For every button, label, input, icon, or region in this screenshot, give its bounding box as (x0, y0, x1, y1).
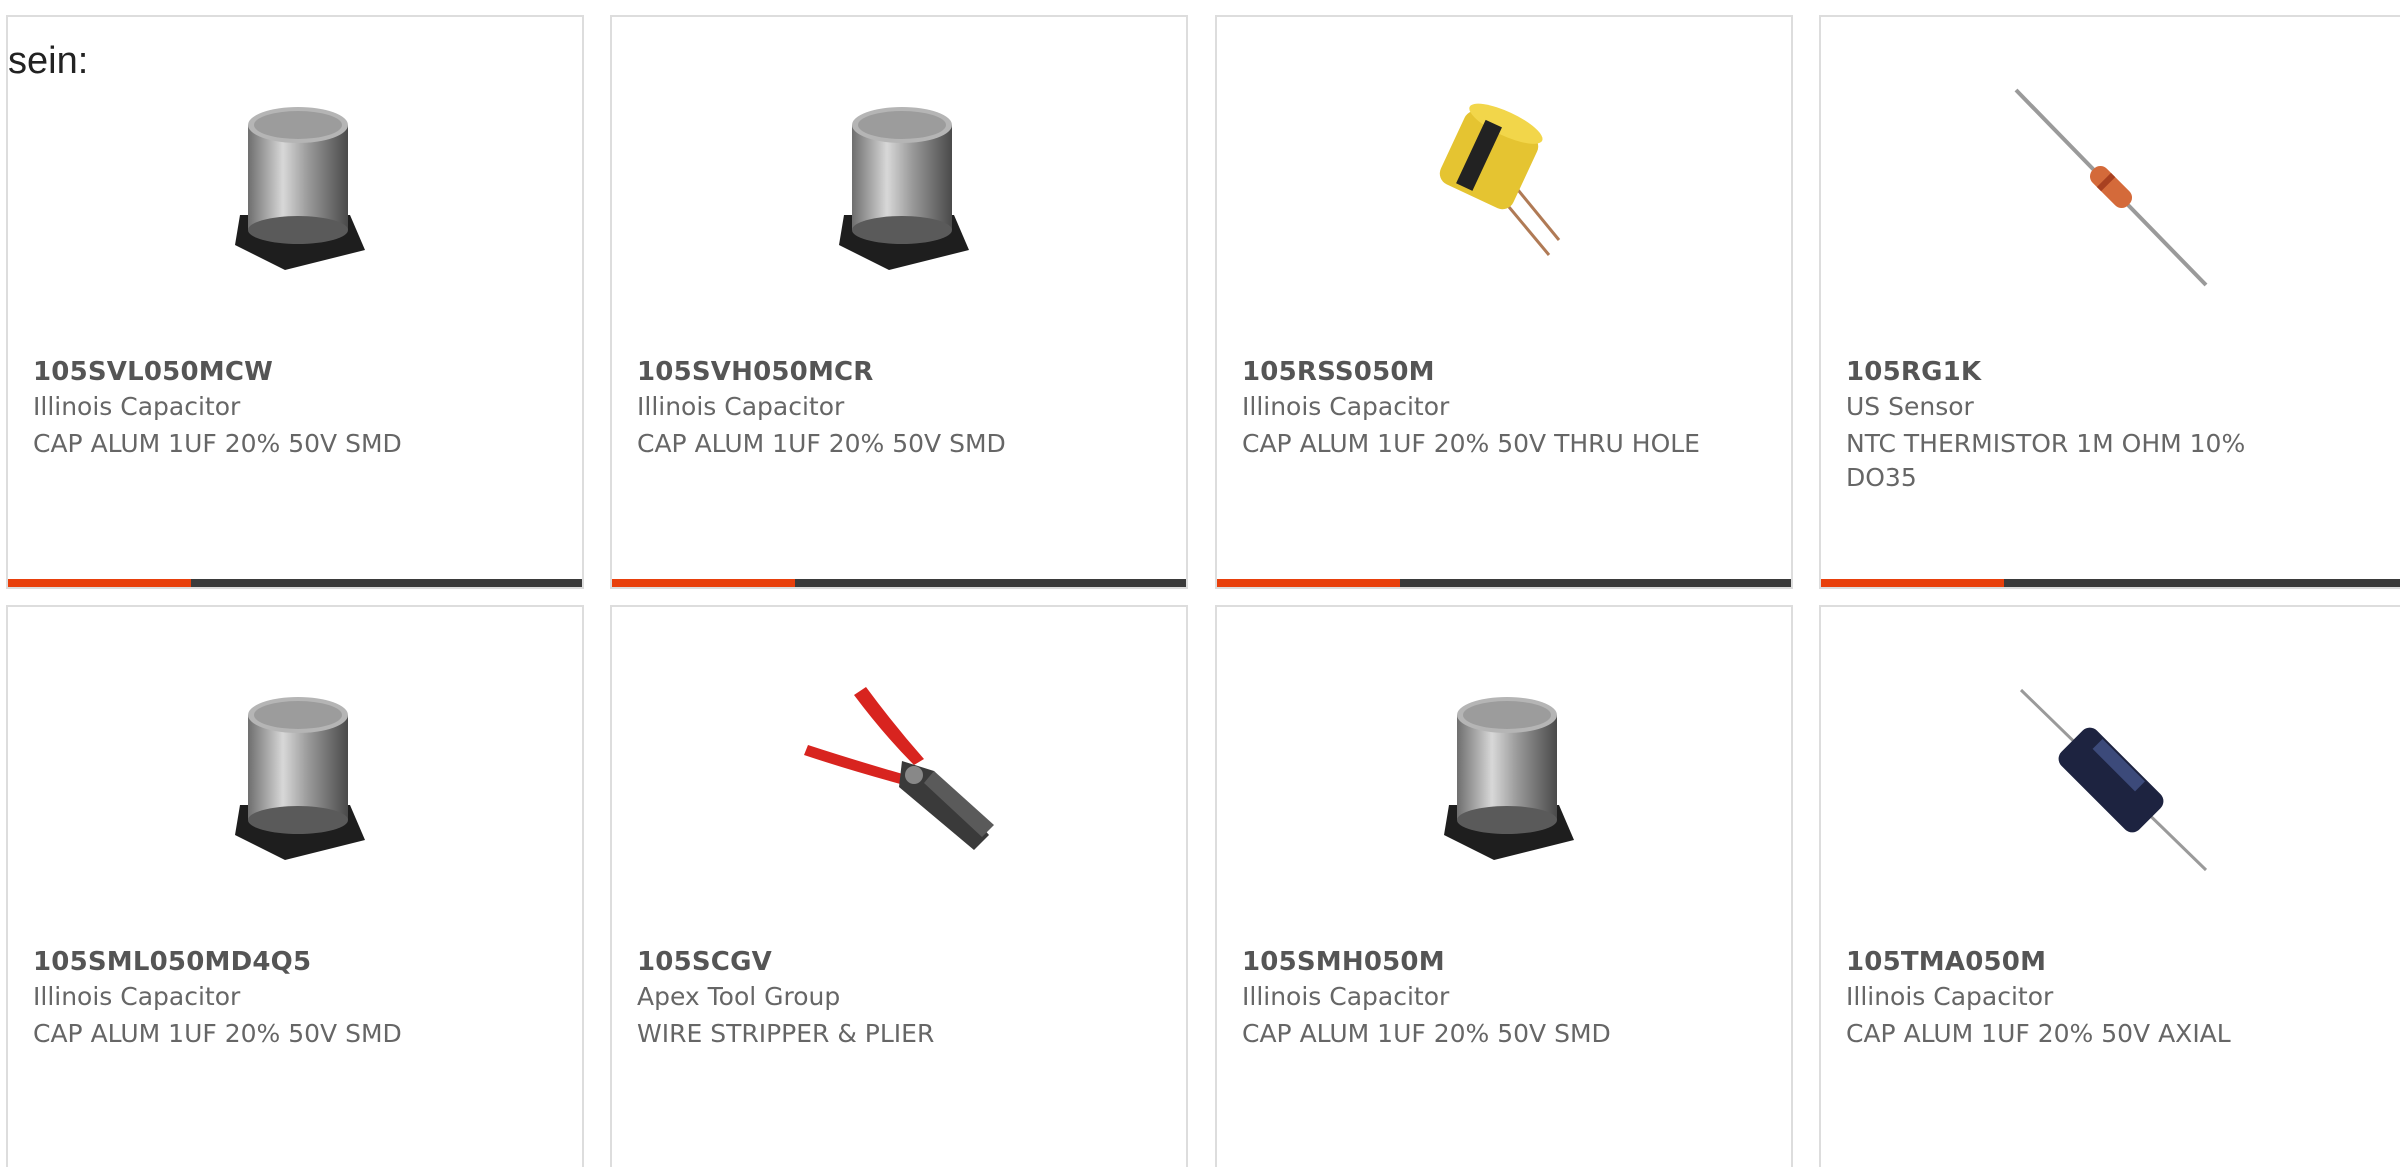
axial-capacitor-image[interactable] (2006, 675, 2216, 885)
card-bar-accent (612, 579, 795, 587)
part-number[interactable]: 105SMH050M (1242, 947, 1445, 977)
card-bar-accent (1821, 579, 2004, 587)
manufacturer: Illinois Capacitor (33, 982, 241, 1011)
part-number[interactable]: 105RG1K (1846, 357, 1981, 387)
product-card[interactable]: 105TMA050M Illinois Capacitor CAP ALUM 1… (1819, 605, 2400, 1167)
product-card[interactable]: 105SVH050MCR Illinois Capacitor CAP ALUM… (610, 15, 1188, 589)
smd-capacitor-image[interactable] (794, 85, 1004, 295)
product-card[interactable]: 105SVL050MCW Illinois Capacitor CAP ALUM… (6, 15, 584, 589)
card-bar (8, 579, 582, 587)
manufacturer: Illinois Capacitor (1242, 392, 1450, 421)
smd-capacitor-image[interactable] (1399, 675, 1609, 885)
manufacturer: US Sensor (1846, 392, 1974, 421)
description: CAP ALUM 1UF 20% 50V SMD (637, 429, 1006, 458)
radial-capacitor-image[interactable] (1399, 85, 1609, 295)
manufacturer: Illinois Capacitor (1846, 982, 2054, 1011)
intro-text: sein: (8, 40, 89, 82)
description: CAP ALUM 1UF 20% 50V SMD (33, 1019, 402, 1048)
description: CAP ALUM 1UF 20% 50V SMD (1242, 1019, 1611, 1048)
description: CAP ALUM 1UF 20% 50V SMD (33, 429, 402, 458)
product-grid: 105SVL050MCW Illinois Capacitor CAP ALUM… (0, 0, 2400, 1167)
description: CAP ALUM 1UF 20% 50V THRU HOLE (1242, 429, 1700, 458)
smd-capacitor-image[interactable] (190, 675, 400, 885)
product-card[interactable]: 105SCGV Apex Tool Group WIRE STRIPPER & … (610, 605, 1188, 1167)
product-card[interactable]: 105RSS050M Illinois Capacitor CAP ALUM 1… (1215, 15, 1793, 589)
part-number[interactable]: 105SCGV (637, 947, 772, 977)
description: CAP ALUM 1UF 20% 50V AXIAL (1846, 1019, 2231, 1048)
card-bar (612, 579, 1186, 587)
part-number[interactable]: 105RSS050M (1242, 357, 1435, 387)
product-card[interactable]: 105RG1K US Sensor NTC THERMISTOR 1M OHM … (1819, 15, 2400, 589)
part-number[interactable]: 105SML050MD4Q5 (33, 947, 311, 977)
card-bar (1217, 579, 1791, 587)
part-number[interactable]: 105TMA050M (1846, 947, 2046, 977)
thermistor-image[interactable] (2006, 85, 2216, 295)
smd-capacitor-image[interactable] (190, 85, 400, 295)
description: NTC THERMISTOR 1M OHM 10% DO35 (1846, 429, 2246, 492)
manufacturer: Illinois Capacitor (1242, 982, 1450, 1011)
wire-stripper-image[interactable] (794, 675, 1004, 885)
card-bar-accent (8, 579, 191, 587)
part-number[interactable]: 105SVL050MCW (33, 357, 273, 387)
manufacturer: Illinois Capacitor (33, 392, 241, 421)
part-number[interactable]: 105SVH050MCR (637, 357, 874, 387)
manufacturer: Apex Tool Group (637, 982, 841, 1011)
description: WIRE STRIPPER & PLIER (637, 1019, 935, 1048)
product-card[interactable]: 105SMH050M Illinois Capacitor CAP ALUM 1… (1215, 605, 1793, 1167)
card-bar (1821, 579, 2400, 587)
product-card[interactable]: 105SML050MD4Q5 Illinois Capacitor CAP AL… (6, 605, 584, 1167)
manufacturer: Illinois Capacitor (637, 392, 845, 421)
card-bar-accent (1217, 579, 1400, 587)
